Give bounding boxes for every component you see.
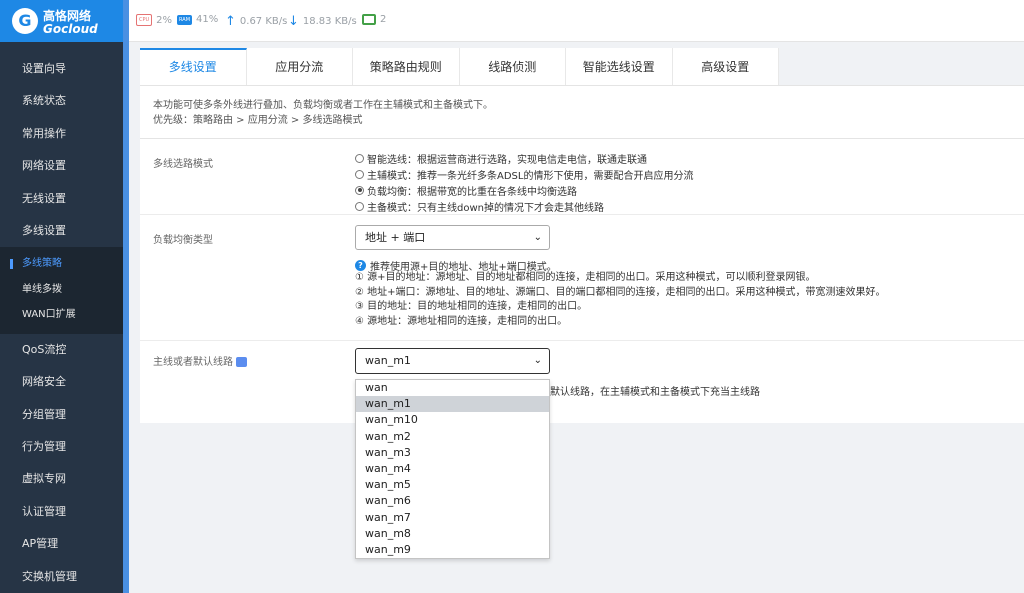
option-wan-m10[interactable]: wan_m10	[356, 412, 549, 428]
priority-line: 优先级：策略路由 > 应用分流 > 多线选路模式	[153, 115, 363, 126]
chevron-down-icon: ⌄	[533, 355, 542, 366]
tab-smart-line-settings[interactable]: 智能选线设置	[566, 48, 673, 85]
ram-icon: RAM	[177, 14, 193, 25]
ram-value: 41%	[196, 14, 219, 25]
mode-option-primary-backup[interactable]: 主备模式：只有主线down掉的情况下才会走其他线路	[355, 198, 693, 214]
nav-common-ops[interactable]: 常用操作	[0, 118, 123, 150]
arrow-down-icon: ↓	[288, 14, 299, 29]
option-wan-m2[interactable]: wan_m2	[356, 429, 549, 445]
sidebar-scrollbar[interactable]	[123, 0, 129, 593]
cpu-icon: CPU	[136, 14, 153, 26]
balance-type-select[interactable]: 地址 + 端口 ⌄	[355, 225, 550, 250]
info-icon[interactable]	[236, 357, 247, 367]
tab-app-routing[interactable]: 应用分流	[246, 48, 353, 85]
logo-icon: G	[12, 8, 38, 34]
tab-advanced-settings[interactable]: 高级设置	[672, 48, 779, 85]
option-wan-m9[interactable]: wan_m9	[356, 542, 549, 558]
monitor-icon	[362, 14, 376, 25]
sub-nav: 多线策略 单线多拨 WAN口扩展	[0, 247, 123, 334]
download-value: 18.83 KB/s	[302, 16, 357, 27]
option-wan-m8[interactable]: wan_m8	[356, 526, 549, 542]
option-wan-m4[interactable]: wan_m4	[356, 461, 549, 477]
nav-network-settings[interactable]: 网络设置	[0, 150, 123, 182]
option-wan-m6[interactable]: wan_m6	[356, 493, 549, 509]
arrow-up-icon: ↑	[225, 14, 236, 29]
sidebar: G 高恪网络 Gocloud 设置向导 系统状态 常用操作 网络设置 无线设置 …	[0, 0, 123, 593]
balance-notes: ① 源+目的地址：源地址、目的地址都相同的连接，走相同的出口。采用这种模式，可以…	[355, 272, 886, 327]
mode-row: 多线选路模式 智能选线：根据运营商进行选路，实现电信走电信，联通走联通 主辅模式…	[140, 139, 1024, 215]
nav-system-status[interactable]: 系统状态	[0, 85, 123, 117]
nav-group-management[interactable]: 分组管理	[0, 399, 123, 431]
cpu-value: 2%	[156, 14, 173, 26]
upload-value: 0.67 KB/s	[239, 16, 288, 27]
tab-line-detection[interactable]: 线路侦测	[459, 48, 566, 85]
mode-option-primary-aux[interactable]: 主辅模式：推荐一条光纤多条ADSL的情形下使用，需要配合开启应用分流	[355, 166, 693, 182]
nav-multiline-settings[interactable]: 多线设置	[0, 215, 123, 247]
nav-network-security[interactable]: 网络安全	[0, 366, 123, 398]
online-devices: 2	[362, 14, 386, 25]
status-bar: CPU 2% RAM 41% ↑ 0.67 KB/s ↓ 18.83 KB/s …	[129, 0, 1024, 42]
sub-nav-wan-expand[interactable]: WAN口扩展	[0, 302, 123, 328]
option-wan-m3[interactable]: wan_m3	[356, 445, 549, 461]
option-wan-m7[interactable]: wan_m7	[356, 510, 549, 526]
description-line: 本功能可使多条外线进行叠加、负载均衡或者工作在主辅模式和主备模式下。	[153, 100, 493, 111]
main-line-select[interactable]: wan_m1 ⌄	[355, 348, 550, 374]
logo-name-en: Gocloud	[43, 22, 98, 36]
main-content: 多线设置 应用分流 策略路由规则 线路侦测 智能选线设置 高级设置 本功能可使多…	[140, 48, 1024, 423]
nav-switch-management[interactable]: 交换机管理	[0, 561, 123, 593]
nav-qos[interactable]: QoS流控	[0, 334, 123, 366]
download-rate: ↓ 18.83 KB/s	[288, 14, 357, 29]
option-wan-m5[interactable]: wan_m5	[356, 477, 549, 493]
radio-checked-icon[interactable]	[355, 185, 364, 195]
logo: G 高恪网络 Gocloud	[0, 0, 123, 42]
option-wan[interactable]: wan	[356, 380, 549, 396]
main-line-dropdown[interactable]: wan wan_m1 wan_m10 wan_m2 wan_m3 wan_m4 …	[355, 379, 550, 559]
balance-row: 负载均衡类型 地址 + 端口 ⌄ ? 推荐使用源+目的地址、地址+端口模式。 ①…	[140, 215, 1024, 341]
ram-usage: RAM 41%	[177, 14, 218, 25]
nav-wireless-settings[interactable]: 无线设置	[0, 183, 123, 215]
nav-auth-management[interactable]: 认证管理	[0, 496, 123, 528]
main-line-note: 为默认线路，在主辅模式和主备模式下充当主线路	[540, 387, 760, 398]
radio-icon[interactable]	[355, 169, 364, 179]
chevron-down-icon: ⌄	[533, 232, 542, 243]
mode-label: 多线选路模式	[153, 159, 213, 170]
nav-setup-wizard[interactable]: 设置向导	[0, 53, 123, 85]
radio-icon[interactable]	[355, 201, 364, 211]
cpu-usage: CPU 2%	[136, 14, 172, 26]
devices-value: 2	[380, 14, 387, 25]
sub-nav-multiline-policy[interactable]: 多线策略	[0, 251, 123, 277]
nav-behavior-management[interactable]: 行为管理	[0, 431, 123, 463]
nav-ap-management[interactable]: AP管理	[0, 528, 123, 560]
mode-option-smart[interactable]: 智能选线：根据运营商进行选路，实现电信走电信，联通走联通	[355, 150, 693, 166]
question-icon: ?	[355, 260, 366, 271]
tab-policy-route-rules[interactable]: 策略路由规则	[353, 48, 460, 85]
option-wan-m1[interactable]: wan_m1	[356, 396, 549, 413]
main-line-label: 主线或者默认线路	[153, 353, 247, 368]
nav-vpn[interactable]: 虚拟专网	[0, 463, 123, 495]
radio-icon[interactable]	[355, 153, 364, 163]
tab-bar: 多线设置 应用分流 策略路由规则 线路侦测 智能选线设置 高级设置	[140, 48, 1024, 86]
balance-label: 负载均衡类型	[153, 235, 213, 246]
mode-radio-group: 智能选线：根据运营商进行选路，实现电信走电信，联通走联通 主辅模式：推荐一条光纤…	[355, 150, 693, 214]
tab-multiline-settings[interactable]: 多线设置	[140, 48, 247, 85]
page-description: 本功能可使多条外线进行叠加、负载均衡或者工作在主辅模式和主备模式下。 优先级：策…	[140, 86, 1024, 139]
upload-rate: ↑ 0.67 KB/s	[225, 14, 287, 29]
mode-option-load-balance[interactable]: 负载均衡：根据带宽的比重在各条线中均衡选路	[355, 182, 693, 198]
sub-nav-single-multidial[interactable]: 单线多拨	[0, 277, 123, 303]
